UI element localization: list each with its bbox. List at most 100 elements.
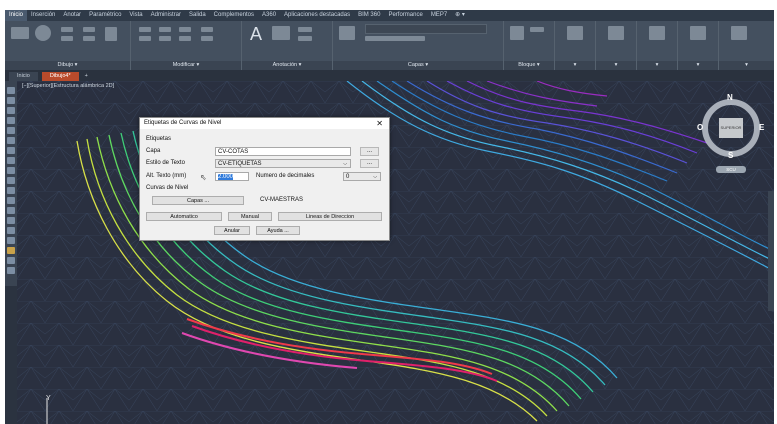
viewcube-north[interactable]: N (727, 93, 733, 102)
anular-button[interactable]: Anular (214, 226, 250, 235)
tool-icon-12[interactable] (7, 197, 15, 204)
section-etiquetas: Etiquetas (146, 136, 172, 142)
viewcube-west[interactable]: O (697, 123, 703, 132)
tool-icon-6[interactable] (7, 137, 15, 144)
contour-labels-dialog: Etiquetas de Curvas de Nivel ✕ Etiquetas… (139, 117, 390, 241)
tool-icon-3[interactable] (7, 107, 15, 114)
clipboard-icon[interactable] (690, 26, 706, 40)
viewcube-face[interactable]: SUPERIOR (719, 125, 743, 130)
doc-tab-dibujo4[interactable]: Dibujo4* (41, 72, 79, 81)
tool-icon-10[interactable] (7, 177, 15, 184)
estilo-select[interactable]: CV-ETIQUETAS ⌵ (215, 159, 351, 168)
scale-tool-icon[interactable] (201, 36, 213, 41)
section-curvas: Curvas de Nivel (146, 185, 189, 191)
rectangle-tool-icon[interactable] (83, 27, 95, 32)
tool-icon-18[interactable] (7, 257, 15, 264)
group-icon[interactable] (608, 26, 624, 40)
tab-bim360[interactable]: BIM 360 (354, 10, 384, 21)
capas-button[interactable]: Capas ... (152, 196, 244, 205)
tool-icon-7[interactable] (7, 147, 15, 154)
tab-salida[interactable]: Salida (185, 10, 210, 21)
panel-title-anotacion[interactable]: Anotación ▾ (242, 61, 332, 70)
ribbon-options-icon[interactable]: ⊕ ▾ (451, 10, 469, 21)
base-view-icon[interactable] (731, 26, 747, 40)
tab-inicio[interactable]: Inicio (5, 10, 28, 21)
panel-title-modificar[interactable]: Modificar ▾ (131, 61, 241, 70)
tab-anotar[interactable]: Anotar (59, 10, 85, 21)
viewcube[interactable]: N S E O SUPERIOR (696, 93, 766, 163)
manual-button[interactable]: Manual (228, 212, 272, 221)
dialog-titlebar: Etiquetas de Curvas de Nivel ✕ (140, 118, 389, 129)
close-icon[interactable]: ✕ (376, 118, 383, 129)
new-tab-icon[interactable]: + (85, 72, 88, 81)
fillet-tool-icon[interactable] (179, 36, 191, 41)
table-tool-icon[interactable] (298, 36, 312, 41)
tool-icon-14[interactable] (7, 217, 15, 224)
rotate-tool-icon[interactable] (159, 27, 171, 32)
tab-aplicaciones[interactable]: Aplicaciones destacadas (280, 10, 354, 21)
tab-vista[interactable]: Vista (125, 10, 146, 21)
tool-icon-8[interactable] (7, 157, 15, 164)
panel-view: ▾ (719, 21, 774, 70)
tool-icon-13[interactable] (7, 207, 15, 214)
panel-title-bloque[interactable]: Bloque ▾ (504, 61, 554, 70)
capa-browse-button[interactable]: ... (360, 147, 379, 156)
move-tool-icon[interactable] (139, 27, 151, 32)
layer-tools-icon[interactable] (365, 36, 425, 41)
line-tool-icon[interactable] (11, 27, 29, 39)
tool-icon-16[interactable] (7, 237, 15, 244)
tool-icon-9[interactable] (7, 167, 15, 174)
ayuda-button[interactable]: Ayuda ... (256, 226, 300, 235)
tab-performance[interactable]: Performance (384, 10, 426, 21)
viewport-controls-label[interactable]: [−][Superior][Estructura alámbrica 2D] (22, 83, 114, 89)
tab-insercion[interactable]: Inserción (27, 10, 59, 21)
tool-icon-17[interactable] (7, 247, 15, 254)
match-properties-icon[interactable] (567, 26, 583, 40)
circle-tool-icon[interactable] (35, 25, 51, 41)
capa-input[interactable]: CV-COTAS (215, 147, 351, 156)
automatico-button[interactable]: Automatico (146, 212, 222, 221)
tab-administrar[interactable]: Administrar (147, 10, 185, 21)
tool-icon-11[interactable] (7, 187, 15, 194)
leader-tool-icon[interactable] (298, 27, 312, 32)
copy-tool-icon[interactable] (139, 36, 151, 41)
ucs-menu[interactable]: SCU (716, 166, 746, 173)
panel-title-dibujo[interactable]: Dibujo ▾ (5, 61, 130, 70)
doc-tab-inicio[interactable]: Inicio (9, 72, 38, 81)
tab-mep7[interactable]: MEP7 (427, 10, 451, 21)
trim-tool-icon[interactable] (179, 27, 191, 32)
vertical-scrollbar[interactable] (768, 191, 774, 311)
viewcube-south[interactable]: S (728, 151, 733, 160)
lineas-direccion-button[interactable]: Lineas de Direccion (278, 212, 382, 221)
layer-properties-icon[interactable] (339, 26, 355, 40)
tool-icon-1[interactable] (7, 87, 15, 94)
polyline-tool-icon[interactable] (61, 27, 73, 32)
alt-texto-input[interactable]: 2.000 (215, 172, 249, 181)
create-block-icon[interactable] (530, 27, 544, 32)
layer-dropdown[interactable] (365, 24, 487, 34)
panel-groups: ▾ (596, 21, 637, 70)
panel-title-capas[interactable]: Capas ▾ (333, 61, 503, 70)
panel-dibujo: Dibujo ▾ (5, 21, 131, 70)
dimension-tool-icon[interactable] (272, 26, 290, 40)
estilo-browse-button[interactable]: ... (360, 159, 379, 168)
decimales-select[interactable]: 0 ⌵ (343, 172, 381, 181)
arc-tool-icon[interactable] (61, 36, 73, 41)
text-tool-icon[interactable]: A (250, 24, 262, 45)
insert-block-icon[interactable] (510, 26, 524, 40)
tool-icon-2[interactable] (7, 97, 15, 104)
tool-icon-19[interactable] (7, 267, 15, 274)
viewcube-east[interactable]: E (759, 123, 764, 132)
tab-a360[interactable]: A360 (258, 10, 280, 21)
stretch-tool-icon[interactable] (201, 27, 213, 32)
hatch-tool-icon[interactable] (83, 36, 95, 41)
tool-icon-4[interactable] (7, 117, 15, 124)
tab-parametrico[interactable]: Paramétrico (85, 10, 125, 21)
tool-icon-15[interactable] (7, 227, 15, 234)
tab-complementos[interactable]: Complementos (210, 10, 258, 21)
mirror-tool-icon[interactable] (159, 36, 171, 41)
tool-icon-5[interactable] (7, 127, 15, 134)
measure-icon[interactable] (649, 26, 665, 40)
drawing-canvas[interactable]: [−][Superior][Estructura alámbrica 2D] Y… (17, 81, 774, 424)
ellipse-tool-icon[interactable] (105, 27, 117, 41)
